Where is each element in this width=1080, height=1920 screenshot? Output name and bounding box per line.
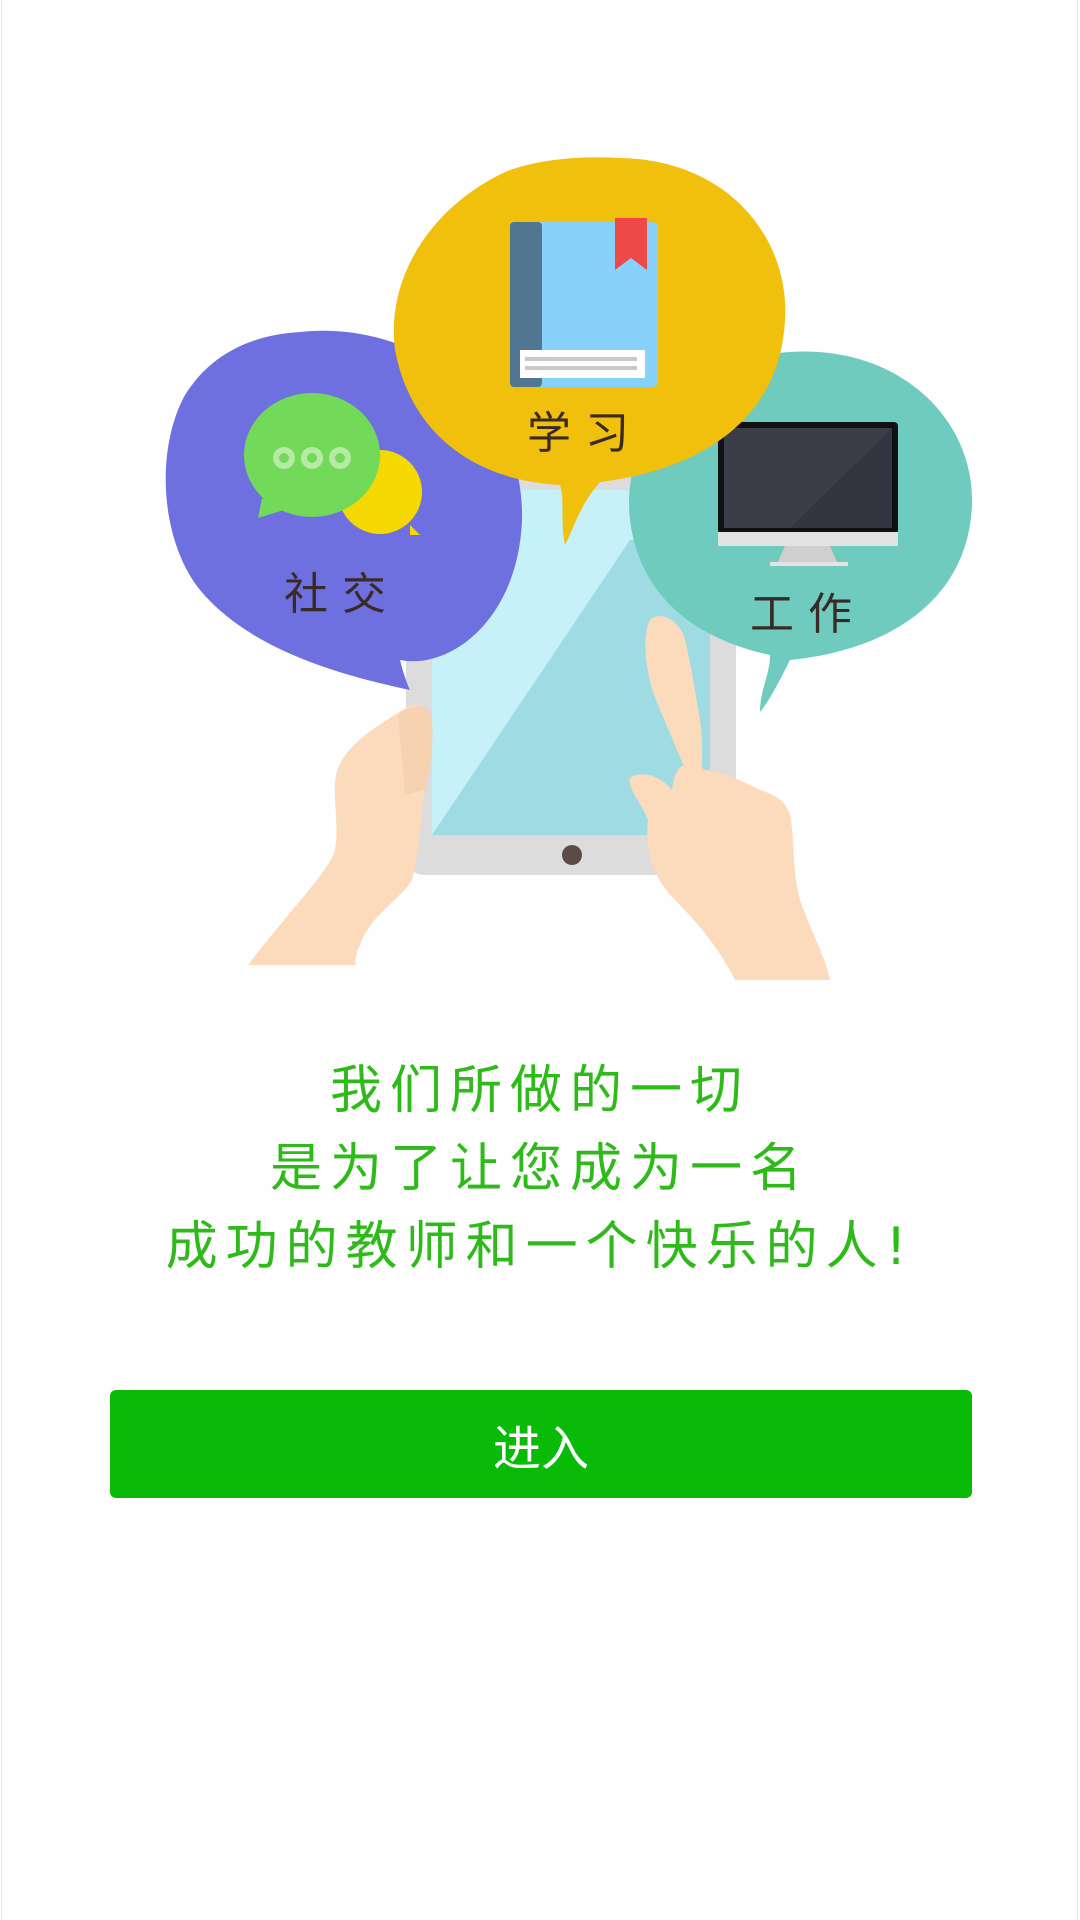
hero-illustration xyxy=(165,157,973,980)
slogan-line-3: 成功的教师和一个快乐的人! xyxy=(165,1217,915,1277)
splash-screen: 社交 学习 工作 我们所做的一切 是为了让您成为一名 成功的教师和一个快乐的人!… xyxy=(0,0,1080,1920)
slogan-line-1: 我们所做的一切 xyxy=(329,1061,750,1121)
social-label: 社交 xyxy=(284,569,400,620)
left-hand-icon xyxy=(248,704,433,965)
work-label: 工作 xyxy=(750,589,866,640)
monitor-icon xyxy=(718,422,898,566)
slogan-line-2: 是为了让您成为一名 xyxy=(269,1139,810,1199)
study-label: 学习 xyxy=(527,408,643,459)
book-icon xyxy=(510,218,658,387)
enter-button[interactable]: 进入 xyxy=(110,1390,972,1498)
slogan: 我们所做的一切 是为了让您成为一名 成功的教师和一个快乐的人! xyxy=(0,1052,1080,1286)
